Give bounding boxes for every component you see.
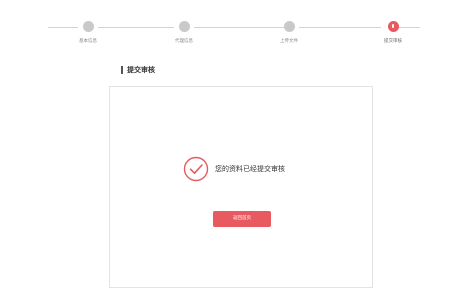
- step-dot-current: [387, 21, 399, 32]
- page-title: 提交审核: [127, 66, 155, 74]
- step-label: 基本信息: [79, 39, 97, 44]
- check-circle-icon: [183, 156, 209, 182]
- status-message: 您的资料已经提交审核: [215, 165, 285, 173]
- return-home-button[interactable]: 返回首页: [213, 211, 271, 227]
- section-title-bar: [121, 66, 123, 74]
- step-basic-info: 基本信息: [58, 21, 118, 44]
- step-label: 提交审核: [384, 39, 402, 44]
- step-dot: [283, 21, 295, 32]
- page: 基本信息 代理信息 上传文件 提交审核 提交审核 您的资料已经提交审核 返回首页: [0, 0, 456, 304]
- status-row: 您的资料已经提交审核: [183, 156, 285, 182]
- step-agent-info: 代理信息: [154, 21, 214, 44]
- step-dot: [82, 21, 94, 32]
- step-dot: [178, 21, 190, 32]
- section-header: 提交审核: [121, 65, 155, 75]
- progress-stepper: 基本信息 代理信息 上传文件 提交审核: [0, 0, 456, 56]
- step-upload-files: 上传文件: [259, 21, 319, 44]
- result-card: 您的资料已经提交审核 返回首页: [109, 86, 373, 288]
- step-label: 代理信息: [175, 39, 193, 44]
- step-label: 上传文件: [280, 39, 298, 44]
- step-submit-review: 提交审核: [363, 21, 423, 44]
